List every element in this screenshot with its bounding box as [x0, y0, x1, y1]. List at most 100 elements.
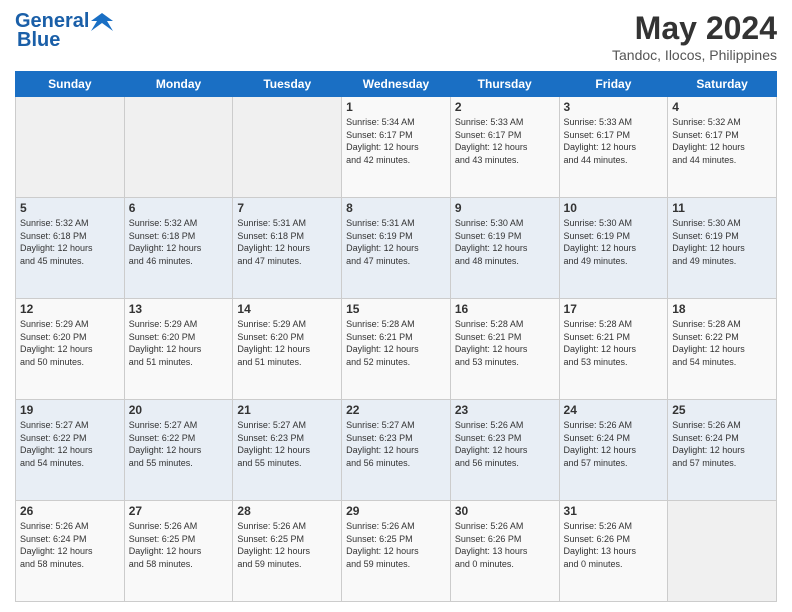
day-number: 4 — [672, 100, 772, 114]
day-number: 30 — [455, 504, 555, 518]
logo-bird-icon — [91, 13, 113, 31]
table-row: 1 Sunrise: 5:34 AM Sunset: 6:17 PM Daylig… — [342, 97, 451, 198]
table-row: 16 Sunrise: 5:28 AM Sunset: 6:21 PM Dayli… — [450, 299, 559, 400]
table-row: 5 Sunrise: 5:32 AM Sunset: 6:18 PM Daylig… — [16, 198, 125, 299]
day-info: Sunrise: 5:32 AM Sunset: 6:18 PM Dayligh… — [129, 217, 229, 267]
location-subtitle: Tandoc, Ilocos, Philippines — [612, 47, 777, 63]
day-number: 9 — [455, 201, 555, 215]
day-info: Sunrise: 5:26 AM Sunset: 6:24 PM Dayligh… — [20, 520, 120, 570]
day-info: Sunrise: 5:26 AM Sunset: 6:26 PM Dayligh… — [564, 520, 664, 570]
day-number: 21 — [237, 403, 337, 417]
day-info: Sunrise: 5:31 AM Sunset: 6:18 PM Dayligh… — [237, 217, 337, 267]
col-monday: Monday — [124, 72, 233, 97]
day-number: 15 — [346, 302, 446, 316]
day-number: 18 — [672, 302, 772, 316]
day-number: 26 — [20, 504, 120, 518]
table-row: 31 Sunrise: 5:26 AM Sunset: 6:26 PM Dayli… — [559, 501, 668, 602]
col-sunday: Sunday — [16, 72, 125, 97]
day-info: Sunrise: 5:26 AM Sunset: 6:23 PM Dayligh… — [455, 419, 555, 469]
table-row: 12Sunrise: 5:29 AM Sunset: 6:20 PM Dayli… — [16, 299, 125, 400]
table-row: 19 Sunrise: 5:27 AM Sunset: 6:22 PM Dayli… — [16, 400, 125, 501]
calendar-table: Sunday Monday Tuesday Wednesday Thursday… — [15, 71, 777, 602]
table-row: 14 Sunrise: 5:29 AM Sunset: 6:20 PM Dayli… — [233, 299, 342, 400]
calendar-week-row: 1 Sunrise: 5:34 AM Sunset: 6:17 PM Daylig… — [16, 97, 777, 198]
day-info: Sunrise: 5:34 AM Sunset: 6:17 PM Dayligh… — [346, 116, 446, 166]
table-row: 24Sunrise: 5:26 AM Sunset: 6:24 PM Dayli… — [559, 400, 668, 501]
day-number: 14 — [237, 302, 337, 316]
table-row: 8 Sunrise: 5:31 AM Sunset: 6:19 PM Daylig… — [342, 198, 451, 299]
day-info: Sunrise: 5:27 AM Sunset: 6:23 PM Dayligh… — [237, 419, 337, 469]
day-info: Sunrise: 5:31 AM Sunset: 6:19 PM Dayligh… — [346, 217, 446, 267]
day-info: Sunrise: 5:32 AM Sunset: 6:18 PM Dayligh… — [20, 217, 120, 267]
table-row: 6 Sunrise: 5:32 AM Sunset: 6:18 PM Daylig… — [124, 198, 233, 299]
table-row — [16, 97, 125, 198]
day-number: 31 — [564, 504, 664, 518]
day-number: 2 — [455, 100, 555, 114]
col-friday: Friday — [559, 72, 668, 97]
logo: General Blue — [15, 10, 113, 52]
day-number: 7 — [237, 201, 337, 215]
day-info: Sunrise: 5:29 AM Sunset: 6:20 PM Dayligh… — [237, 318, 337, 368]
calendar-week-row: 19 Sunrise: 5:27 AM Sunset: 6:22 PM Dayli… — [16, 400, 777, 501]
table-row: 11Sunrise: 5:30 AM Sunset: 6:19 PM Dayli… — [668, 198, 777, 299]
day-number: 8 — [346, 201, 446, 215]
calendar-header-row: Sunday Monday Tuesday Wednesday Thursday… — [16, 72, 777, 97]
day-info: Sunrise: 5:26 AM Sunset: 6:25 PM Dayligh… — [237, 520, 337, 570]
table-row: 21 Sunrise: 5:27 AM Sunset: 6:23 PM Dayli… — [233, 400, 342, 501]
table-row: 28Sunrise: 5:26 AM Sunset: 6:25 PM Dayli… — [233, 501, 342, 602]
day-number: 20 — [129, 403, 229, 417]
col-tuesday: Tuesday — [233, 72, 342, 97]
day-number: 25 — [672, 403, 772, 417]
logo-blue-text: Blue — [15, 29, 60, 52]
col-wednesday: Wednesday — [342, 72, 451, 97]
calendar-page: General Blue May 2024 Tandoc, Ilocos, Ph… — [0, 0, 792, 612]
day-number: 5 — [20, 201, 120, 215]
table-row: 23 Sunrise: 5:26 AM Sunset: 6:23 PM Dayli… — [450, 400, 559, 501]
table-row: 17Sunrise: 5:28 AM Sunset: 6:21 PM Dayli… — [559, 299, 668, 400]
calendar-week-row: 26 Sunrise: 5:26 AM Sunset: 6:24 PM Dayli… — [16, 501, 777, 602]
day-number: 19 — [20, 403, 120, 417]
day-info: Sunrise: 5:33 AM Sunset: 6:17 PM Dayligh… — [564, 116, 664, 166]
day-info: Sunrise: 5:29 AM Sunset: 6:20 PM Dayligh… — [20, 318, 120, 368]
day-number: 23 — [455, 403, 555, 417]
day-info: Sunrise: 5:28 AM Sunset: 6:21 PM Dayligh… — [455, 318, 555, 368]
day-info: Sunrise: 5:27 AM Sunset: 6:22 PM Dayligh… — [129, 419, 229, 469]
day-number: 16 — [455, 302, 555, 316]
day-info: Sunrise: 5:26 AM Sunset: 6:24 PM Dayligh… — [564, 419, 664, 469]
day-info: Sunrise: 5:32 AM Sunset: 6:17 PM Dayligh… — [672, 116, 772, 166]
day-info: Sunrise: 5:27 AM Sunset: 6:23 PM Dayligh… — [346, 419, 446, 469]
table-row: 3 Sunrise: 5:33 AM Sunset: 6:17 PM Daylig… — [559, 97, 668, 198]
day-info: Sunrise: 5:29 AM Sunset: 6:20 PM Dayligh… — [129, 318, 229, 368]
day-info: Sunrise: 5:26 AM Sunset: 6:26 PM Dayligh… — [455, 520, 555, 570]
table-row: 2 Sunrise: 5:33 AM Sunset: 6:17 PM Daylig… — [450, 97, 559, 198]
table-row — [124, 97, 233, 198]
col-thursday: Thursday — [450, 72, 559, 97]
table-row: 4 Sunrise: 5:32 AM Sunset: 6:17 PM Daylig… — [668, 97, 777, 198]
col-saturday: Saturday — [668, 72, 777, 97]
day-info: Sunrise: 5:30 AM Sunset: 6:19 PM Dayligh… — [672, 217, 772, 267]
table-row — [668, 501, 777, 602]
day-info: Sunrise: 5:27 AM Sunset: 6:22 PM Dayligh… — [20, 419, 120, 469]
table-row: 18 Sunrise: 5:28 AM Sunset: 6:22 PM Dayli… — [668, 299, 777, 400]
day-info: Sunrise: 5:33 AM Sunset: 6:17 PM Dayligh… — [455, 116, 555, 166]
day-info: Sunrise: 5:26 AM Sunset: 6:25 PM Dayligh… — [346, 520, 446, 570]
table-row: 30 Sunrise: 5:26 AM Sunset: 6:26 PM Dayli… — [450, 501, 559, 602]
table-row: 29Sunrise: 5:26 AM Sunset: 6:25 PM Dayli… — [342, 501, 451, 602]
day-number: 13 — [129, 302, 229, 316]
day-info: Sunrise: 5:28 AM Sunset: 6:22 PM Dayligh… — [672, 318, 772, 368]
table-row: 26 Sunrise: 5:26 AM Sunset: 6:24 PM Dayli… — [16, 501, 125, 602]
day-number: 1 — [346, 100, 446, 114]
table-row: 27Sunrise: 5:26 AM Sunset: 6:25 PM Dayli… — [124, 501, 233, 602]
day-info: Sunrise: 5:26 AM Sunset: 6:25 PM Dayligh… — [129, 520, 229, 570]
table-row: 22Sunrise: 5:27 AM Sunset: 6:23 PM Dayli… — [342, 400, 451, 501]
calendar-week-row: 12Sunrise: 5:29 AM Sunset: 6:20 PM Dayli… — [16, 299, 777, 400]
table-row: 15Sunrise: 5:28 AM Sunset: 6:21 PM Dayli… — [342, 299, 451, 400]
header: General Blue May 2024 Tandoc, Ilocos, Ph… — [15, 10, 777, 63]
day-number: 3 — [564, 100, 664, 114]
calendar-week-row: 5 Sunrise: 5:32 AM Sunset: 6:18 PM Daylig… — [16, 198, 777, 299]
day-number: 10 — [564, 201, 664, 215]
day-info: Sunrise: 5:26 AM Sunset: 6:24 PM Dayligh… — [672, 419, 772, 469]
day-info: Sunrise: 5:28 AM Sunset: 6:21 PM Dayligh… — [564, 318, 664, 368]
day-number: 6 — [129, 201, 229, 215]
month-year-title: May 2024 — [612, 10, 777, 47]
